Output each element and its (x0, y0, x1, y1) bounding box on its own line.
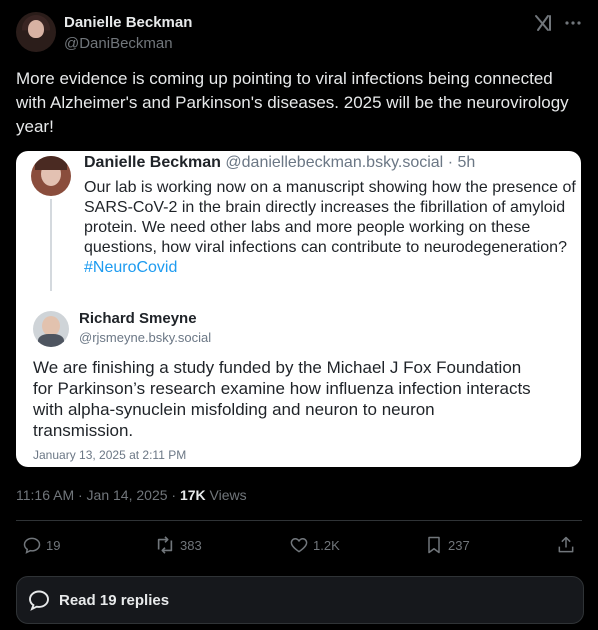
quoted-avatar-2 (33, 311, 69, 347)
bookmark-button[interactable]: 237 (424, 535, 470, 555)
reply-count: 19 (46, 537, 61, 553)
tweet-text: More evidence is coming up pointing to v… (16, 69, 569, 136)
tweet-timestamp[interactable]: 11:16 AM · Jan 14, 2025 · (16, 487, 180, 503)
quoted-handle-2: @rjsmeyne.bsky.social (79, 330, 212, 345)
reply-button[interactable]: 19 (22, 535, 60, 555)
quoted-date-2: January 13, 2025 at 2:11 PM (33, 448, 187, 462)
thread-connector (50, 199, 52, 291)
speech-bubble-icon (29, 590, 49, 611)
author-avatar[interactable] (16, 12, 56, 52)
repost-button[interactable]: 383 (154, 535, 202, 555)
divider-top (16, 520, 582, 521)
repost-count: 383 (180, 537, 202, 553)
quoted-name-1: Danielle Beckman (84, 154, 221, 171)
quoted-name-2: Richard Smeyne (79, 310, 197, 327)
share-icon (558, 536, 574, 553)
bookmark-count: 237 (448, 537, 470, 553)
like-button[interactable]: 1.2K (289, 535, 340, 555)
views-label: Views (205, 487, 247, 503)
more-icon[interactable] (562, 12, 584, 34)
share-button[interactable] (556, 535, 576, 555)
quoted-screenshot-card[interactable]: Danielle Beckman @daniellebeckman.bsky.s… (16, 151, 581, 467)
quoted-avatar-1 (31, 156, 71, 196)
views-count: 17K (179, 487, 206, 503)
heart-icon (290, 537, 308, 553)
read-replies-label: Read 19 replies (59, 592, 170, 609)
grok-icon[interactable] (532, 12, 554, 34)
tweet-meta: 11:16 AM · Jan 14, 2025 · 17K Views (16, 487, 247, 503)
repost-icon (157, 536, 173, 554)
author-handle[interactable]: @DaniBeckman (64, 35, 173, 52)
quoted-text-2: We are finishing a study funded by the M… (33, 358, 531, 440)
bookmark-icon (428, 536, 440, 554)
read-replies-button[interactable]: Read 19 replies (16, 576, 584, 624)
author-name[interactable]: Danielle Beckman (64, 14, 192, 31)
quoted-handle-1: @daniellebeckman.bsky.social (225, 154, 444, 171)
like-count: 1.2K (313, 537, 340, 553)
quoted-text-1: Our lab is working now on a manuscript s… (84, 179, 576, 276)
reply-icon (23, 537, 41, 554)
quoted-time-1: · 5h (447, 154, 476, 171)
hashtag: #NeuroCovid (84, 259, 178, 276)
